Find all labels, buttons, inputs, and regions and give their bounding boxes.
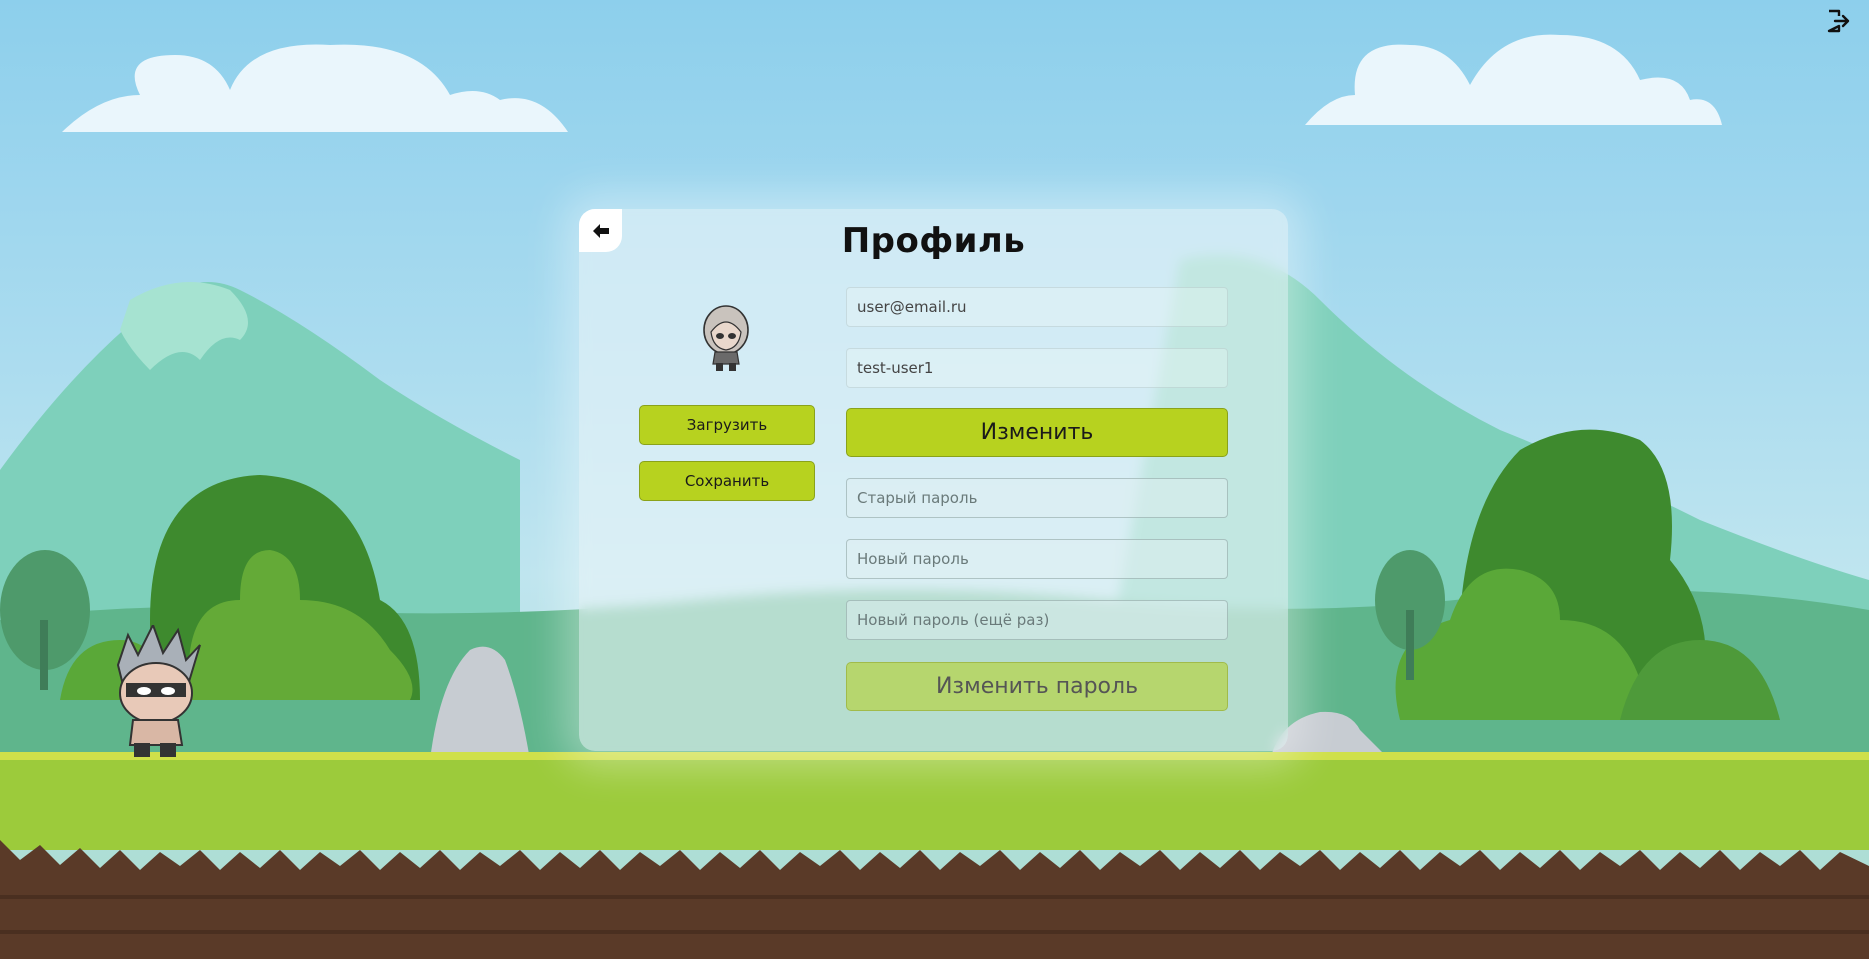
- cloud-right: [1305, 34, 1722, 126]
- upload-avatar-button[interactable]: Загрузить: [639, 405, 815, 445]
- change-password-button[interactable]: Изменить пароль: [846, 662, 1228, 711]
- page-title: Профиль: [841, 221, 1026, 261]
- save-avatar-button[interactable]: Сохранить: [639, 461, 815, 501]
- change-profile-button[interactable]: Изменить: [846, 408, 1228, 457]
- logout-icon[interactable]: [1825, 8, 1851, 34]
- grass: [0, 760, 1869, 850]
- avatar[interactable]: [701, 304, 751, 372]
- old-password-field[interactable]: [846, 478, 1228, 518]
- profile-panel: Профиль Загрузить Сохранить Изменить Изм…: [579, 209, 1288, 751]
- soil: [0, 840, 1869, 959]
- player-character: [116, 625, 201, 757]
- cloud-left: [62, 44, 568, 132]
- repeat-password-field[interactable]: [846, 600, 1228, 640]
- username-field[interactable]: [846, 348, 1228, 388]
- new-password-field[interactable]: [846, 539, 1228, 579]
- email-field[interactable]: [846, 287, 1228, 327]
